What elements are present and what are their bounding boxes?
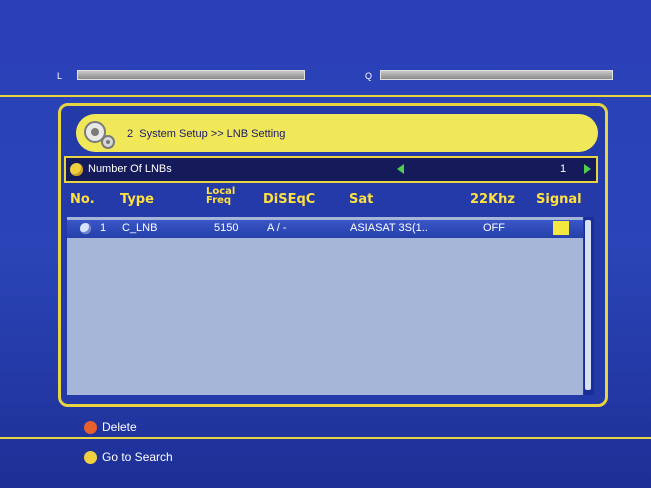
row-bullet-icon xyxy=(80,223,91,234)
arrow-left-icon[interactable] xyxy=(397,164,404,174)
row-freq: 5150 xyxy=(214,222,239,234)
level-meter-bar xyxy=(77,70,305,80)
lnb-list xyxy=(67,217,583,395)
menu-number: 2 xyxy=(127,128,134,140)
top-divider xyxy=(0,95,651,97)
col-header-signal: Signal xyxy=(536,192,582,207)
col-header-no: No. xyxy=(70,192,95,207)
bottom-divider xyxy=(0,437,651,439)
quality-meter-label: Q xyxy=(365,71,373,81)
col-header-type: Type xyxy=(120,192,154,207)
row-sat: ASIASAT 3S(1.. xyxy=(350,222,428,234)
arrow-right-icon[interactable] xyxy=(584,164,591,174)
signal-indicator xyxy=(553,221,569,235)
red-button-icon xyxy=(84,421,97,434)
col-header-freq: Freq xyxy=(206,195,232,206)
col-header-22khz: 22Khz xyxy=(470,192,515,207)
level-meter-label: L xyxy=(57,71,63,81)
quality-meter-bar xyxy=(380,70,613,80)
row-22khz: OFF xyxy=(483,222,505,234)
lnb-bullet-icon xyxy=(70,163,83,176)
row-no: 1 xyxy=(100,222,107,234)
number-of-lnbs-value: 1 xyxy=(560,163,567,175)
col-header-diseqc: DiSEqC xyxy=(263,192,316,207)
menu-title: System Setup >> LNB Setting xyxy=(139,128,286,140)
delete-hint[interactable]: Delete xyxy=(102,420,137,434)
col-header-local-freq: Local Freq xyxy=(206,187,235,206)
col-header-sat: Sat xyxy=(349,192,374,207)
row-type: C_LNB xyxy=(122,222,158,234)
yellow-button-icon xyxy=(84,451,97,464)
go-to-search-hint[interactable]: Go to Search xyxy=(102,450,173,464)
page-title: 2 System Setup >> LNB Setting xyxy=(127,128,285,140)
number-of-lnbs-label: Number Of LNBs xyxy=(88,163,172,175)
gear-icon xyxy=(84,121,115,149)
row-diseqc: A / - xyxy=(267,222,287,234)
scrollbar-thumb[interactable] xyxy=(585,220,591,390)
